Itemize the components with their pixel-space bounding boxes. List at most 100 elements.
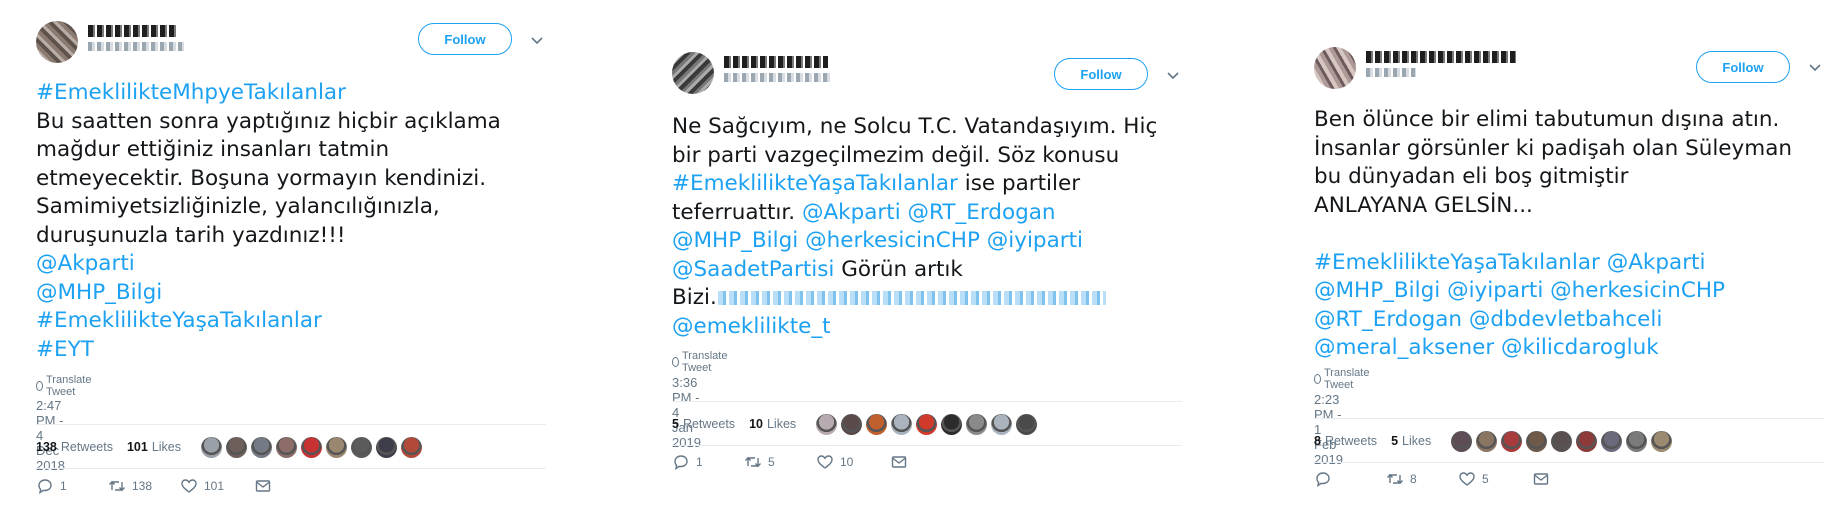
- envelope-icon: [255, 480, 271, 492]
- liker-avatar[interactable]: [376, 436, 398, 458]
- retweet-button[interactable]: 138: [108, 478, 152, 494]
- avatar[interactable]: [36, 21, 78, 63]
- likes-stat[interactable]: 5 Likes: [1391, 434, 1431, 448]
- retweet-button[interactable]: 5: [744, 454, 775, 470]
- reply-icon: [674, 455, 688, 470]
- globe-icon: [1314, 374, 1321, 384]
- liker-avatar[interactable]: [941, 413, 963, 435]
- like-button[interactable]: 101: [180, 478, 224, 494]
- tweet-link[interactable]: #EmeklilikteMhpyeTakılanlar: [36, 80, 346, 105]
- liker-avatar[interactable]: [1476, 430, 1498, 452]
- translate-tweet-link[interactable]: Translate Tweet: [672, 350, 730, 374]
- tweet-text-line: İnsanlar görsünler ki padişah olan Süley…: [1314, 135, 1834, 164]
- liker-avatar[interactable]: [1626, 430, 1648, 452]
- likes-stat[interactable]: 10 Likes: [749, 417, 796, 431]
- retweets-stat[interactable]: 138 Retweets: [36, 440, 113, 454]
- liker-avatar[interactable]: [201, 436, 223, 458]
- user-display-name[interactable]: [88, 25, 176, 37]
- reply-button[interactable]: 1: [36, 478, 67, 494]
- tweet-text-line: @emeklilikte_t: [672, 313, 1192, 342]
- chevron-down-icon[interactable]: [1164, 67, 1182, 85]
- liker-avatar[interactable]: [1016, 413, 1038, 435]
- tweet-text-line: #EmeklilikteMhpyeTakılanlar: [36, 79, 556, 108]
- liker-avatar[interactable]: [401, 436, 423, 458]
- liker-avatar[interactable]: [1651, 430, 1673, 452]
- tweet-link[interactable]: @emeklilikte_t: [672, 314, 831, 339]
- follow-button[interactable]: Follow: [1054, 58, 1148, 90]
- retweet-button[interactable]: 8: [1386, 471, 1417, 487]
- tweet-text-segment: ANLAYANA GELSİN...: [1314, 192, 1533, 218]
- tweet-link[interactable]: #EmeklilikteYaşaTakılanlar: [672, 171, 958, 196]
- follow-button[interactable]: Follow: [418, 23, 512, 55]
- chevron-down-icon[interactable]: [528, 32, 546, 50]
- liker-avatar[interactable]: [326, 436, 348, 458]
- liker-avatar[interactable]: [1601, 430, 1623, 452]
- translate-tweet-link[interactable]: Translate Tweet: [1314, 367, 1372, 391]
- user-handle[interactable]: [724, 73, 830, 82]
- tweet-text-segment: ise partiler: [957, 171, 1081, 196]
- tweet-link[interactable]: @Akparti @RT_Erdogan: [802, 200, 1056, 225]
- user-handle[interactable]: [88, 42, 184, 51]
- avatar[interactable]: [672, 52, 714, 94]
- user-handle[interactable]: [1366, 68, 1416, 77]
- liker-avatar[interactable]: [301, 436, 323, 458]
- reply-button[interactable]: [1314, 471, 1338, 487]
- tweet-link[interactable]: @RT_Erdogan @dbdevletbahceli: [1314, 307, 1662, 332]
- retweets-stat[interactable]: 8 Retweets: [1314, 434, 1377, 448]
- heart-icon: [1459, 472, 1475, 486]
- tweet-text-line: @Akparti: [36, 250, 556, 279]
- tweet-link[interactable]: @MHP_Bilgi: [36, 280, 162, 305]
- tweet-link[interactable]: #EmeklilikteYaşaTakılanlar: [36, 308, 322, 333]
- tweet-link[interactable]: #EmeklilikteYaşaTakılanlar @Akparti: [1314, 250, 1705, 275]
- liker-avatar[interactable]: [1526, 430, 1548, 452]
- reply-button[interactable]: 1: [672, 454, 703, 470]
- tweet-text-segment: Ben ölünce bir elimi tabutumun dışına at…: [1314, 107, 1780, 132]
- tweet-text-segment: mağdur ettiğiniz insanları tatmin: [36, 137, 390, 162]
- follow-button[interactable]: Follow: [1696, 51, 1790, 83]
- tweet-link[interactable]: @Akparti: [36, 251, 135, 276]
- tweet-stats: 8 Retweets 5 Likes: [1314, 426, 1673, 456]
- reply-icon: [38, 479, 52, 494]
- tweet-text-line: @MHP_Bilgi: [36, 279, 556, 308]
- direct-message-button[interactable]: [890, 454, 908, 470]
- tweet-link[interactable]: #EYT: [36, 337, 94, 362]
- tweet-link[interactable]: @meral_aksener @kilicdarogluk: [1314, 335, 1659, 360]
- liker-avatar[interactable]: [251, 436, 273, 458]
- likes-stat[interactable]: 101 Likes: [127, 440, 181, 454]
- tweet-link[interactable]: @MHP_Bilgi @iyiparti @herkesicinCHP: [1314, 278, 1725, 303]
- tweet-text-line: [1314, 220, 1834, 249]
- liker-avatar[interactable]: [1501, 430, 1523, 452]
- avatar[interactable]: [1314, 47, 1356, 89]
- tweet-text-segment: Bizi.: [672, 285, 717, 310]
- direct-message-button[interactable]: [1532, 471, 1550, 487]
- liker-avatar[interactable]: [916, 413, 938, 435]
- liker-avatar[interactable]: [351, 436, 373, 458]
- translate-tweet-link[interactable]: Translate Tweet: [36, 374, 94, 398]
- chevron-down-icon[interactable]: [1806, 59, 1824, 77]
- user-display-name[interactable]: [1366, 51, 1516, 63]
- liker-avatar[interactable]: [1551, 430, 1573, 452]
- direct-message-button[interactable]: [254, 478, 272, 494]
- redacted-link[interactable]: [717, 291, 1106, 305]
- liker-avatar[interactable]: [966, 413, 988, 435]
- liker-avatar[interactable]: [866, 413, 888, 435]
- like-button[interactable]: 10: [816, 454, 853, 470]
- liker-avatar[interactable]: [276, 436, 298, 458]
- divider: [672, 401, 1182, 402]
- tweet-link[interactable]: @MHP_Bilgi @herkesicinCHP @iyiparti: [672, 228, 1083, 253]
- liker-avatar[interactable]: [841, 413, 863, 435]
- like-button[interactable]: 5: [1458, 471, 1489, 487]
- user-display-name[interactable]: [724, 56, 828, 68]
- liker-avatar[interactable]: [1451, 430, 1473, 452]
- tweet-text-line: @SaadetPartisi Görün artık: [672, 256, 1192, 285]
- liker-avatar[interactable]: [226, 436, 248, 458]
- liker-avatar[interactable]: [991, 413, 1013, 435]
- reply-icon: [1316, 472, 1330, 487]
- tweet-link[interactable]: @SaadetPartisi: [672, 257, 834, 282]
- liker-avatar[interactable]: [891, 413, 913, 435]
- globe-icon: [36, 381, 43, 391]
- divider: [672, 445, 1182, 446]
- retweets-stat[interactable]: 5 Retweets: [672, 417, 735, 431]
- liker-avatar[interactable]: [816, 413, 838, 435]
- liker-avatar[interactable]: [1576, 430, 1598, 452]
